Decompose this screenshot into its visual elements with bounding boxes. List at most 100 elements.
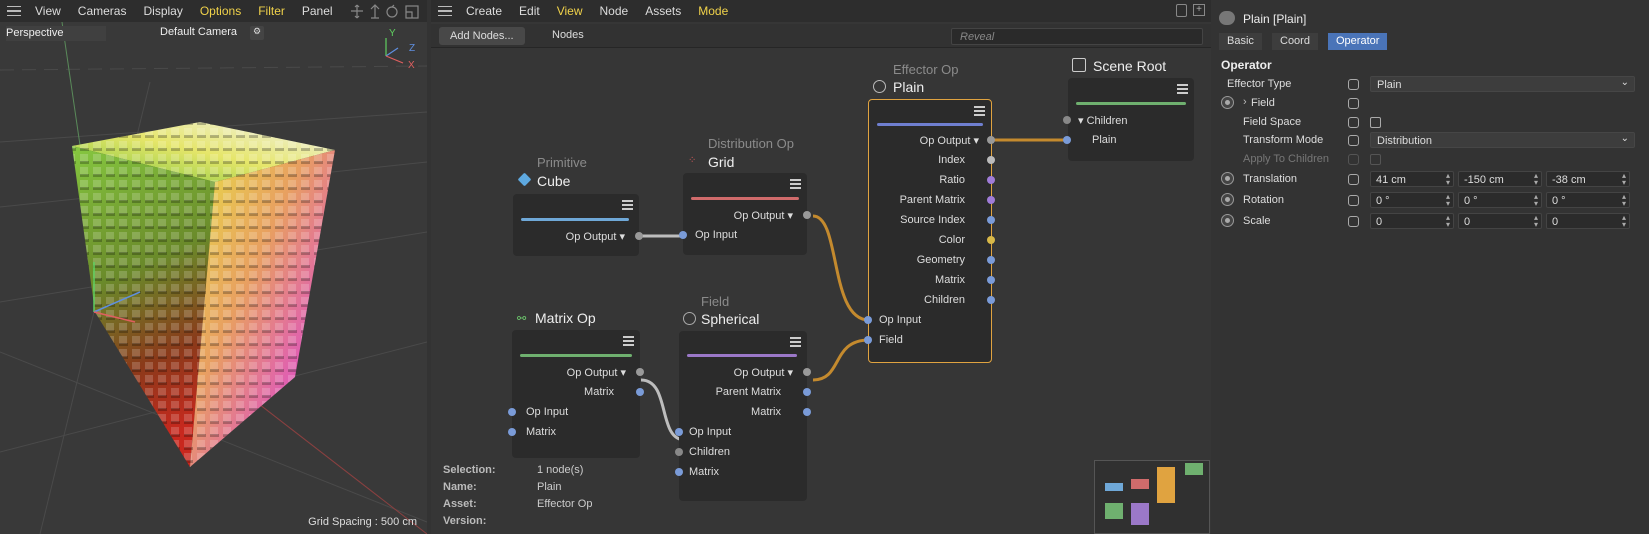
grid-port-op-input[interactable]: Op Input xyxy=(695,229,737,241)
stepper-icon[interactable]: ▴ ▾ xyxy=(1622,172,1626,187)
scale-z-field[interactable]: 0 ▴ ▾ xyxy=(1546,213,1630,229)
camera-name[interactable]: Default Camera xyxy=(160,26,237,38)
plain-port-op-input[interactable]: Op Input xyxy=(879,314,921,326)
viewport-menu-icon[interactable] xyxy=(7,5,21,17)
translation-keyframe-icon[interactable] xyxy=(1221,172,1234,185)
matrix-op-node[interactable]: Op Output ▾ Matrix Op Input Matrix xyxy=(508,330,644,458)
field-expand-icon[interactable]: › xyxy=(1243,96,1247,108)
menu-panel[interactable]: Panel xyxy=(302,4,333,18)
menu-filter[interactable]: Filter xyxy=(258,4,285,18)
spherical-port-children[interactable]: Children xyxy=(689,446,730,458)
spherical-matrix-out-dot[interactable] xyxy=(803,408,811,416)
menu-view[interactable]: View xyxy=(35,4,61,18)
scene-root-node[interactable]: ▾ Children Plain xyxy=(1063,78,1194,161)
rotation-anim-toggle[interactable] xyxy=(1348,195,1359,206)
cube-node-menu-icon[interactable] xyxy=(622,200,633,210)
spherical-node[interactable]: Op Output ▾ Parent Matrix Matrix Op Inpu… xyxy=(675,331,811,501)
spherical-port-op-input[interactable]: Op Input xyxy=(689,426,731,438)
spherical-out-dot[interactable] xyxy=(803,368,811,376)
attribute-manager[interactable]: Plain [Plain] Basic Coord Operator Opera… xyxy=(1215,0,1649,534)
effector-type-select[interactable]: Plain ⌄ xyxy=(1370,76,1635,92)
matrix-op-matrix-in-dot[interactable] xyxy=(508,428,516,436)
stepper-icon[interactable]: ▴ ▾ xyxy=(1534,193,1538,208)
scale-y-field[interactable]: 0 ▴ ▾ xyxy=(1458,213,1542,229)
cube-node[interactable]: Op Output ▾ xyxy=(513,194,643,256)
viewport-3d-scene[interactable] xyxy=(0,22,427,534)
matrix-dot[interactable] xyxy=(987,276,995,284)
viewport-panel[interactable]: View Cameras Display Options Filter Pane… xyxy=(0,0,427,534)
plain-port-ratio[interactable]: Ratio xyxy=(939,174,965,186)
grid-in-dot[interactable] xyxy=(679,231,687,239)
scene-root-menu-icon[interactable] xyxy=(1177,84,1188,94)
translation-anim-toggle[interactable] xyxy=(1348,174,1359,185)
matrix-op-port-op-input[interactable]: Op Input xyxy=(526,406,568,418)
scale-anim-toggle[interactable] xyxy=(1348,216,1359,227)
scene-root-port-children[interactable]: ▾ Children xyxy=(1078,114,1128,127)
source-index-dot[interactable] xyxy=(987,216,995,224)
children-dot[interactable] xyxy=(987,296,995,304)
node-minimap[interactable] xyxy=(1094,460,1210,534)
parent-matrix-dot[interactable] xyxy=(987,196,995,204)
tab-coord[interactable]: Coord xyxy=(1272,33,1318,50)
matrix-op-port-matrix-in[interactable]: Matrix xyxy=(526,426,556,438)
rotation-keyframe-icon[interactable] xyxy=(1221,193,1234,206)
spherical-parent-matrix-dot[interactable] xyxy=(803,388,811,396)
translation-x-field[interactable]: 41 cm ▴ ▾ xyxy=(1370,171,1454,187)
menu-cameras[interactable]: Cameras xyxy=(78,4,127,18)
matrix-op-matrix-out-dot[interactable] xyxy=(636,388,644,396)
plain-out-dot[interactable] xyxy=(987,136,995,144)
op-input-dot[interactable] xyxy=(864,316,872,324)
scale-x-field[interactable]: 0 ▴ ▾ xyxy=(1370,213,1454,229)
color-dot[interactable] xyxy=(987,236,995,244)
stepper-icon[interactable]: ▴ ▾ xyxy=(1446,214,1450,229)
cube-port-op-output[interactable]: Op Output ▾ xyxy=(566,230,625,243)
plain-port-matrix[interactable]: Matrix xyxy=(935,274,965,286)
spherical-port-matrix-out[interactable]: Matrix xyxy=(751,406,781,418)
viewport-nav-icons[interactable] xyxy=(350,4,422,19)
spherical-port-parent-matrix[interactable]: Parent Matrix xyxy=(716,386,781,398)
geometry-dot[interactable] xyxy=(987,256,995,264)
plain-port-geometry[interactable]: Geometry xyxy=(917,254,965,266)
field-space-checkbox[interactable] xyxy=(1370,117,1381,128)
plain-node-menu-icon[interactable] xyxy=(974,106,985,116)
menu-display[interactable]: Display xyxy=(143,4,182,18)
spherical-in-dot[interactable] xyxy=(675,428,683,436)
spherical-menu-icon[interactable] xyxy=(790,337,801,347)
view-name[interactable]: Perspective xyxy=(6,26,106,41)
stepper-icon[interactable]: ▴ ▾ xyxy=(1622,214,1626,229)
rotation-h-field[interactable]: 0 ° ▴ ▾ xyxy=(1370,192,1454,208)
spherical-matrix-in-dot[interactable] xyxy=(675,468,683,476)
effector-type-anim-toggle[interactable] xyxy=(1348,79,1359,90)
matrix-op-out-dot[interactable] xyxy=(636,368,644,376)
scene-plain-dot[interactable] xyxy=(1063,136,1071,144)
stepper-icon[interactable]: ▴ ▾ xyxy=(1622,193,1626,208)
translation-y-field[interactable]: -150 cm ▴ ▾ xyxy=(1458,171,1542,187)
node-editor-panel[interactable]: Create Edit View Node Assets Mode + Add … xyxy=(431,0,1211,534)
matrix-op-menu-icon[interactable] xyxy=(623,336,634,346)
field-dot[interactable] xyxy=(864,336,872,344)
plain-node[interactable]: Op Output ▾ Index Ratio Parent Matrix So… xyxy=(864,99,995,363)
scale-keyframe-icon[interactable] xyxy=(1221,214,1234,227)
index-dot[interactable] xyxy=(987,156,995,164)
matrix-op-port-matrix-out[interactable]: Matrix xyxy=(584,386,614,398)
plain-port-field[interactable]: Field xyxy=(879,334,903,346)
grid-node-menu-icon[interactable] xyxy=(790,179,801,189)
tab-operator[interactable]: Operator xyxy=(1328,33,1388,50)
plain-port-color[interactable]: Color xyxy=(939,234,965,246)
scene-children-dot[interactable] xyxy=(1063,116,1071,124)
matrix-op-port-op-output[interactable]: Op Output ▾ xyxy=(567,366,626,379)
menu-options[interactable]: Options xyxy=(200,4,241,18)
spherical-port-op-output[interactable]: Op Output ▾ xyxy=(734,366,793,379)
transform-mode-select[interactable]: Distribution ⌄ xyxy=(1370,132,1635,148)
transform-mode-anim-toggle[interactable] xyxy=(1348,135,1359,146)
matrix-op-in-dot[interactable] xyxy=(508,408,516,416)
grid-node[interactable]: Op Output ▾ Op Input xyxy=(679,173,811,255)
rotation-b-field[interactable]: 0 ° ▴ ▾ xyxy=(1546,192,1630,208)
plain-port-parent-matrix[interactable]: Parent Matrix xyxy=(900,194,965,206)
stepper-icon[interactable]: ▴ ▾ xyxy=(1446,193,1450,208)
plain-port-children[interactable]: Children xyxy=(924,294,965,306)
stepper-icon[interactable]: ▴ ▾ xyxy=(1534,172,1538,187)
grid-port-op-output[interactable]: Op Output ▾ xyxy=(734,209,793,222)
scene-root-port-plain[interactable]: Plain xyxy=(1092,134,1116,146)
cube-out-dot[interactable] xyxy=(635,232,643,240)
